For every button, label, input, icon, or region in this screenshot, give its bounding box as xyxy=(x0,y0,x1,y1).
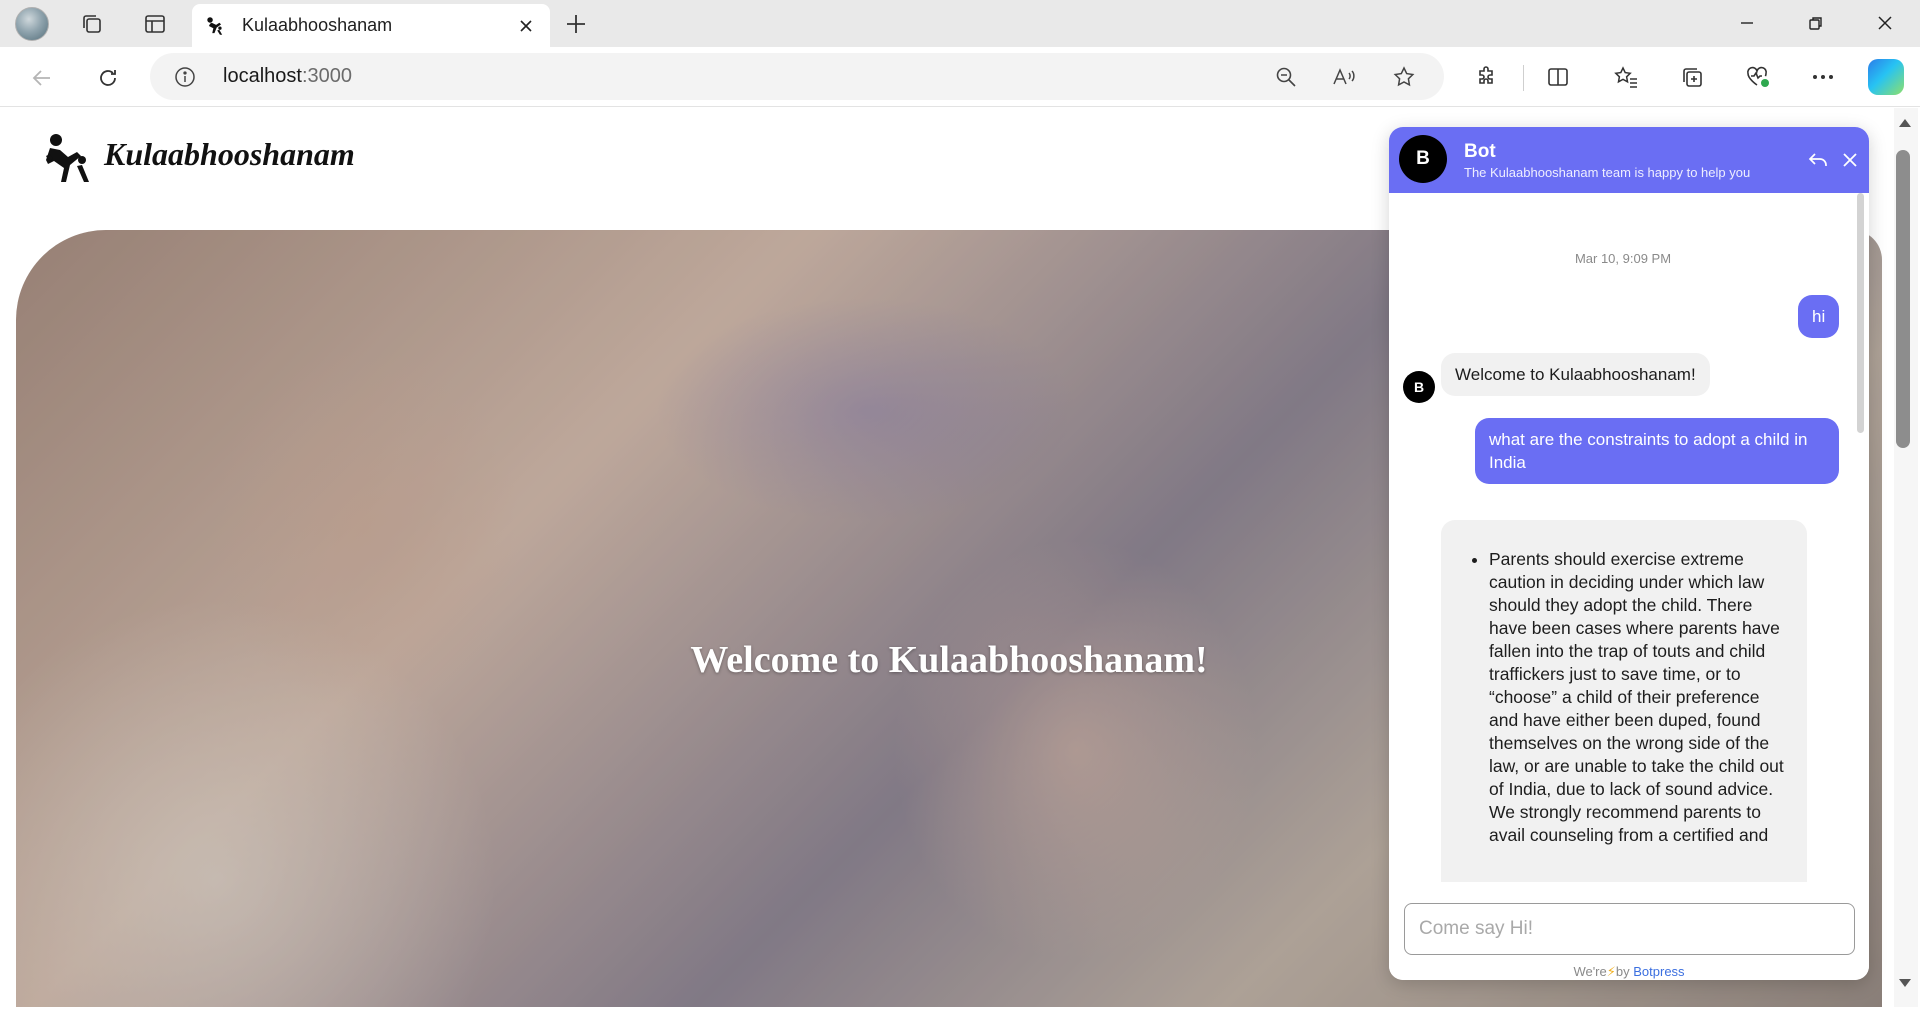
close-chat-icon[interactable] xyxy=(1837,147,1863,173)
browser-tab-bar: Kulaabhooshanam xyxy=(0,0,1920,47)
bot-name: Bot xyxy=(1464,141,1496,162)
bot-message: Parents should exercise extreme caution … xyxy=(1441,520,1807,882)
bot-message-list-item: Parents should exercise extreme caution … xyxy=(1489,548,1793,847)
close-window-icon[interactable] xyxy=(1862,6,1908,40)
site-title[interactable]: Kulaabhooshanam xyxy=(104,136,355,173)
restore-icon[interactable] xyxy=(1793,6,1839,40)
chat-composer-input[interactable] xyxy=(1404,903,1855,955)
site-logo-icon[interactable] xyxy=(44,130,96,186)
page-scroll-thumb[interactable] xyxy=(1896,150,1910,448)
user-message: hi xyxy=(1798,295,1840,338)
scroll-up-arrow-icon[interactable] xyxy=(1896,116,1914,130)
toolbar-separator xyxy=(1523,65,1524,91)
site-favicon-icon xyxy=(204,15,226,37)
close-tab-icon[interactable] xyxy=(514,14,538,38)
restart-conversation-icon[interactable] xyxy=(1805,147,1831,173)
zoom-out-icon[interactable] xyxy=(1272,63,1300,91)
chat-header: B Bot The Kulaabhooshanam team is happy … xyxy=(1389,127,1869,193)
chat-footer: We're⚡by Botpress xyxy=(1389,882,1869,980)
workspaces-icon[interactable] xyxy=(76,8,108,40)
new-tab-icon[interactable] xyxy=(560,8,592,40)
collections-icon[interactable] xyxy=(1675,60,1709,94)
vertical-tabs-icon[interactable] xyxy=(139,8,171,40)
bot-avatar: B xyxy=(1399,135,1447,183)
powered-by-text: We're⚡by Botpress xyxy=(1573,964,1685,979)
user-message: what are the constraints to adopt a chil… xyxy=(1475,418,1839,484)
message-timestamp: Mar 10, 9:09 PM xyxy=(1574,251,1672,266)
read-aloud-icon[interactable] xyxy=(1330,63,1358,91)
split-screen-icon[interactable] xyxy=(1541,60,1575,94)
site-info-icon[interactable] xyxy=(172,64,198,90)
tab-title: Kulaabhooshanam xyxy=(242,15,393,35)
bot-mini-avatar: B xyxy=(1403,371,1435,403)
browser-toolbar: localhost:3000 xyxy=(0,47,1920,107)
chat-scroll-thumb[interactable] xyxy=(1857,193,1864,433)
more-menu-icon[interactable] xyxy=(1806,60,1840,94)
minimize-icon[interactable] xyxy=(1724,6,1770,40)
copilot-icon[interactable] xyxy=(1868,59,1904,95)
url-text: localhost:3000 xyxy=(223,65,352,87)
bot-message: Welcome to Kulaabhooshanam! xyxy=(1441,353,1710,396)
chat-widget: B Bot The Kulaabhooshanam team is happy … xyxy=(1389,127,1869,980)
browser-essentials-icon[interactable] xyxy=(1741,60,1775,94)
active-tab[interactable]: Kulaabhooshanam xyxy=(192,4,550,47)
hero-heading: Welcome to Kulaabhooshanam! xyxy=(690,639,1208,681)
chat-message-list[interactable]: Mar 10, 9:09 PM hi B Welcome to Kulaabho… xyxy=(1389,193,1869,882)
favorite-star-icon[interactable] xyxy=(1390,63,1418,91)
scroll-down-arrow-icon[interactable] xyxy=(1896,976,1914,990)
refresh-icon[interactable] xyxy=(90,60,126,96)
back-icon[interactable] xyxy=(24,60,60,96)
botpress-link[interactable]: Botpress xyxy=(1633,964,1684,979)
profile-avatar[interactable] xyxy=(15,7,49,41)
extensions-icon[interactable] xyxy=(1470,60,1504,94)
bot-description: The Kulaabhooshanam team is happy to hel… xyxy=(1464,165,1751,180)
favorites-icon[interactable] xyxy=(1609,60,1643,94)
address-bar[interactable]: localhost:3000 xyxy=(150,53,1444,100)
lightning-bolt-icon: ⚡ xyxy=(1606,964,1616,979)
